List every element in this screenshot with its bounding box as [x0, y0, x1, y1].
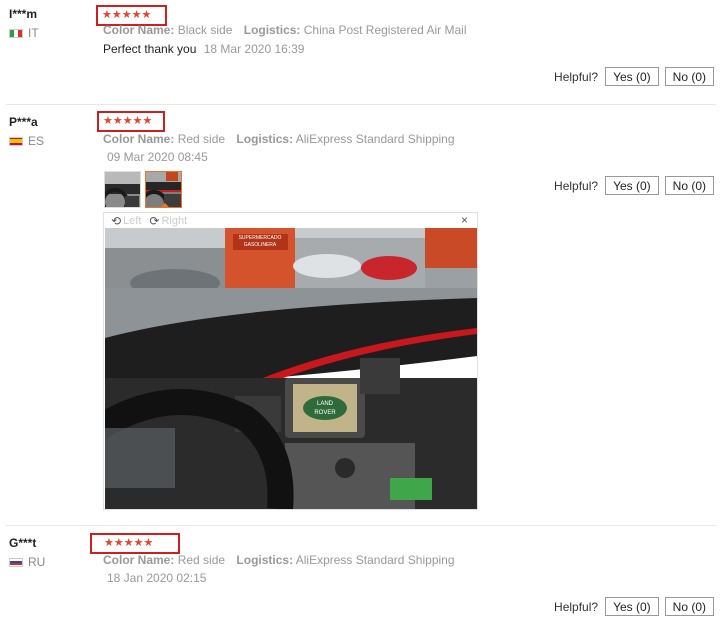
star-rating-stars: ★★★★★	[103, 115, 153, 127]
review-date: 18 Mar 2020 16:39	[203, 42, 305, 56]
review-date: 18 Jan 2020 02:15	[107, 571, 207, 585]
rotate-left-button[interactable]: ⟲ Left	[111, 214, 141, 228]
helpful-no-button[interactable]: No (0)	[664, 176, 714, 195]
meta-value: Black side	[177, 23, 233, 37]
meta-label: Logistics:	[236, 132, 294, 146]
country-code: ES	[28, 134, 45, 148]
sign-text: SUPERMERCADO	[239, 235, 282, 241]
meta-label: Logistics:	[236, 553, 294, 567]
helpful-label: Helpful?	[554, 599, 599, 614]
reviewer-country: RU	[9, 555, 45, 569]
helpful-vote: Helpful? Yes (0) No (0)	[554, 176, 714, 195]
spain-flag-icon	[9, 136, 23, 146]
review-meta: Color Name: Red side Logistics: AliExpre…	[103, 132, 463, 146]
review-divider	[6, 525, 716, 526]
review-photo-thumbnail[interactable]	[104, 171, 141, 208]
rotate-right-icon: ⟳	[149, 213, 160, 228]
review-photo-thumbnail-selected[interactable]	[145, 171, 182, 208]
dashboard-photo-thumb-image	[105, 172, 140, 207]
photo-viewer: ⟲ Left ⟳ Right × SUPERMERCADO GASOLINERA	[103, 212, 478, 510]
review-photo: SUPERMERCADO GASOLINERA LAND ROVER	[105, 228, 477, 509]
feedback-text: Perfect thank you	[103, 42, 197, 56]
helpful-no-button[interactable]: No (0)	[664, 597, 714, 616]
helpful-label: Helpful?	[554, 178, 599, 193]
logo-text: ROVER	[314, 410, 336, 416]
italy-flag-icon	[9, 28, 23, 38]
meta-value: China Post Registered Air Mail	[303, 23, 467, 37]
logo-text: LAND	[317, 401, 334, 407]
photo-viewer-toolbar: ⟲ Left ⟳ Right ×	[104, 213, 477, 228]
meta-value: Red side	[177, 553, 226, 567]
review-text: Perfect thank you 18 Mar 2020 16:39	[103, 42, 304, 56]
helpful-label: Helpful?	[554, 69, 599, 84]
review-date: 09 Mar 2020 08:45	[107, 150, 208, 164]
star-rating-stars: ★★★★★	[104, 537, 154, 549]
meta-label: Color Name:	[103, 132, 175, 146]
helpful-no-button[interactable]: No (0)	[664, 67, 714, 86]
helpful-yes-button[interactable]: Yes (0)	[605, 176, 659, 195]
reviewer-name: I***m	[9, 7, 38, 21]
rotate-right-button[interactable]: ⟳ Right	[149, 214, 187, 228]
helpful-vote: Helpful? Yes (0) No (0)	[554, 67, 714, 86]
reviewer-name: G***t	[9, 536, 37, 550]
rotate-left-icon: ⟲	[111, 213, 122, 228]
country-code: IT	[28, 26, 39, 40]
country-code: RU	[28, 555, 46, 569]
meta-label: Color Name:	[103, 23, 175, 37]
review-photo-thumbnails	[104, 171, 182, 208]
meta-label: Logistics:	[243, 23, 301, 37]
meta-value: AliExpress Standard Shipping	[295, 132, 455, 146]
star-rating: ★★★★★	[97, 111, 165, 132]
dashboard-photo-thumb-image	[146, 172, 181, 207]
helpful-yes-button[interactable]: Yes (0)	[605, 597, 659, 616]
sign-text: GASOLINERA	[244, 242, 277, 248]
review-meta: Color Name: Red side Logistics: AliExpre…	[103, 553, 463, 567]
reviewer-country: ES	[9, 134, 44, 148]
reviewer-name: P***a	[9, 115, 38, 129]
meta-label: Color Name:	[103, 553, 175, 567]
review-meta: Color Name: Black side Logistics: China …	[103, 23, 475, 37]
star-rating-stars: ★★★★★	[102, 9, 152, 21]
meta-value: AliExpress Standard Shipping	[295, 553, 455, 567]
review-divider	[6, 104, 716, 105]
helpful-vote: Helpful? Yes (0) No (0)	[554, 597, 714, 616]
rotate-right-label: Right	[161, 214, 188, 227]
meta-value: Red side	[177, 132, 226, 146]
helpful-yes-button[interactable]: Yes (0)	[605, 67, 659, 86]
russia-flag-icon	[9, 557, 23, 567]
close-icon[interactable]: ×	[461, 213, 468, 227]
reviewer-country: IT	[9, 26, 39, 40]
rotate-left-label: Left	[123, 214, 142, 227]
star-rating: ★★★★★	[90, 533, 180, 554]
car-dashboard-photo: SUPERMERCADO GASOLINERA LAND ROVER	[105, 228, 477, 509]
